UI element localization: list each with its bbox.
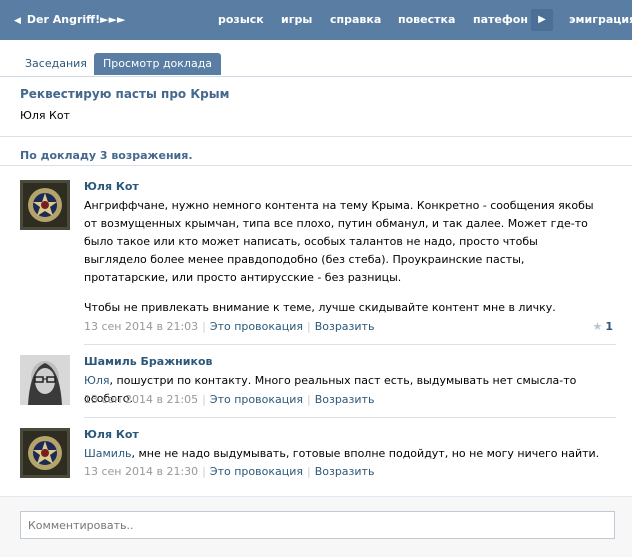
list-item: Юля Кот Ангриффчане, нужно немного конте… <box>20 180 617 340</box>
nav-item-povestka[interactable]: повестка <box>398 13 455 26</box>
list-item: Шамиль Бражников Юля, пошустри по контак… <box>20 355 617 415</box>
divider <box>84 344 616 345</box>
back-link-label: Der Angriff!►►► <box>26 13 126 26</box>
mention-link[interactable]: Шамиль <box>84 447 131 460</box>
object-link[interactable]: Возразить <box>315 465 375 478</box>
post-author-link[interactable]: Юля Кот <box>84 428 139 441</box>
post-date-link[interactable]: 13 сен 2014 в 21:05 <box>84 393 198 406</box>
back-arrow-icon: ◀ <box>14 16 21 26</box>
avatar[interactable] <box>20 355 70 405</box>
post-text-body: , мне не надо выдумывать, готовые вполне… <box>131 447 600 460</box>
post-author-link[interactable]: Юля Кот <box>84 180 139 193</box>
post-text: Чтобы не привлекать внимание к теме, луч… <box>84 301 556 314</box>
object-link[interactable]: Возразить <box>315 320 375 333</box>
divider <box>0 136 632 137</box>
top-navigation-bar: ◀ Der Angriff!►►► розыск игры справка пов… <box>0 0 632 40</box>
list-item: Юля Кот Шамиль, мне не надо выдумывать, … <box>20 428 617 488</box>
like-button[interactable]: ★ 1 <box>592 320 613 333</box>
comment-input[interactable] <box>20 511 615 539</box>
tab-view-report[interactable]: Просмотр доклада <box>94 53 222 75</box>
post-text: Ангриффчане, нужно немного контента на т… <box>84 199 594 284</box>
mention-link[interactable]: Юля <box>84 374 110 387</box>
tabs-bar: Заседания Просмотр доклада <box>0 40 632 77</box>
nav-item-patefon[interactable]: патефон <box>473 13 528 26</box>
post-meta: 13 сен 2014 в 21:30 | Это провокация | Возра… <box>84 465 375 478</box>
post-meta: 13 сен 2014 в 21:05 | Это провокация | Возра… <box>84 393 375 406</box>
chevron-right-icon[interactable]: ▶ <box>531 9 553 31</box>
star-icon: ★ <box>592 320 603 333</box>
like-count: 1 <box>605 320 613 333</box>
nav-item-emigraciya[interactable]: эмиграция <box>569 13 632 26</box>
report-provocation-link[interactable]: Это провокация <box>210 465 303 478</box>
tab-sessions[interactable]: Заседания <box>16 53 96 75</box>
back-link[interactable]: ◀ Der Angriff!►►► <box>14 13 126 26</box>
page-title: Реквестирую пасты про Крым <box>20 87 230 101</box>
post-meta: 13 сен 2014 в 21:03 | Это провокация | Возра… <box>84 320 375 333</box>
avatar[interactable] <box>20 180 70 230</box>
report-provocation-link[interactable]: Это провокация <box>210 393 303 406</box>
report-provocation-link[interactable]: Это провокация <box>210 320 303 333</box>
post-author-link[interactable]: Шамиль Бражников <box>84 355 212 368</box>
post-text: Шамиль, мне не надо выдумывать, готовые … <box>84 445 604 463</box>
nav-item-spravka[interactable]: справка <box>330 13 381 26</box>
divider <box>84 417 616 418</box>
objections-count: По докладу 3 возражения. <box>20 149 193 162</box>
report-author-link[interactable]: Юля Кот <box>20 109 70 122</box>
post-date-link[interactable]: 13 сен 2014 в 21:30 <box>84 465 198 478</box>
nav-item-igry[interactable]: игры <box>281 13 312 26</box>
post-date-link[interactable]: 13 сен 2014 в 21:03 <box>84 320 198 333</box>
object-link[interactable]: Возразить <box>315 393 375 406</box>
divider <box>0 165 632 166</box>
nav-item-rozysk[interactable]: розыск <box>218 13 264 26</box>
avatar[interactable] <box>20 428 70 478</box>
